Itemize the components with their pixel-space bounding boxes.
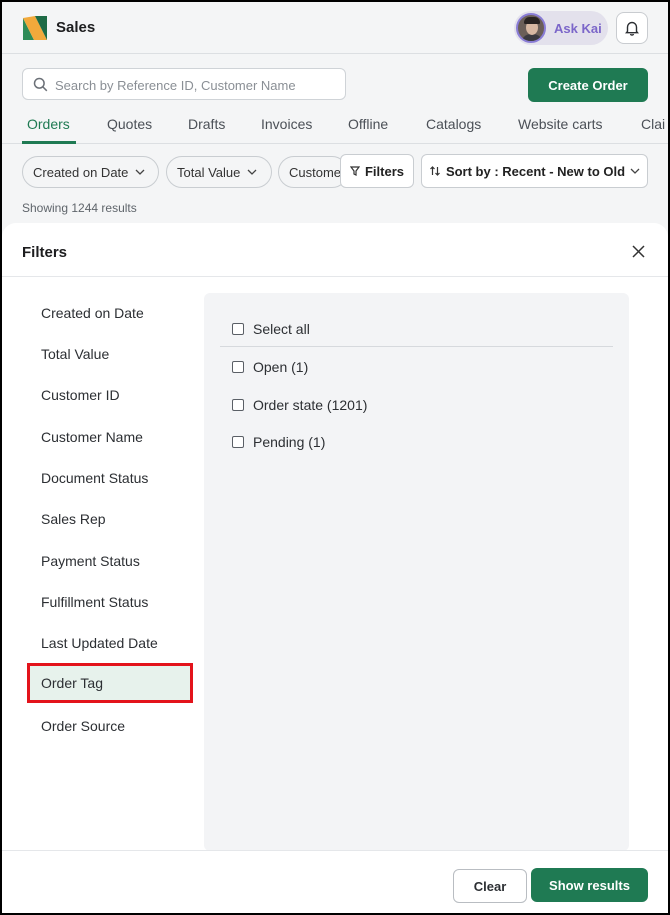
category-sales-rep[interactable]: Sales Rep <box>27 499 193 539</box>
category-total-value[interactable]: Total Value <box>27 334 193 374</box>
options-divider <box>220 346 613 347</box>
modal-header: Filters <box>2 223 668 277</box>
option-label: Open (1) <box>253 359 309 375</box>
category-created-on-date[interactable]: Created on Date <box>27 293 193 333</box>
tab-website-carts[interactable]: Website carts <box>518 116 603 132</box>
select-all-checkbox[interactable] <box>232 323 244 335</box>
ask-kai-label: Ask Kai <box>554 21 602 36</box>
sort-arrows-icon <box>430 166 440 176</box>
filter-option[interactable]: Order state (1201) <box>232 394 367 416</box>
option-checkbox[interactable] <box>232 399 244 411</box>
chip-customer[interactable]: Custome <box>278 156 348 188</box>
show-results-button[interactable]: Show results <box>531 868 648 902</box>
chip-label: Created on Date <box>33 164 129 180</box>
chip-created-on-date[interactable]: Created on Date <box>22 156 159 188</box>
tab-invoices[interactable]: Invoices <box>261 116 312 132</box>
category-customer-id[interactable]: Customer ID <box>27 375 193 415</box>
category-order-tag[interactable]: Order Tag <box>27 663 193 703</box>
category-order-source[interactable]: Order Source <box>27 706 193 746</box>
filter-option[interactable]: Pending (1) <box>232 431 325 453</box>
clear-button[interactable]: Clear <box>453 869 527 903</box>
search-icon <box>33 77 48 92</box>
sales-logo-icon <box>23 16 47 40</box>
option-label: Pending (1) <box>253 434 326 450</box>
active-tab-indicator <box>22 141 76 144</box>
tab-offline[interactable]: Offline <box>348 116 388 132</box>
chip-label: Total Value <box>177 164 241 180</box>
category-last-updated-date[interactable]: Last Updated Date <box>27 623 193 663</box>
select-all-label: Select all <box>253 321 310 337</box>
tab-claims[interactable]: Clai <box>641 116 665 132</box>
avatar <box>516 13 546 43</box>
option-checkbox[interactable] <box>232 436 244 448</box>
tab-orders[interactable]: Orders <box>27 116 70 132</box>
results-count: Showing 1244 results <box>22 201 137 215</box>
sort-dropdown[interactable]: Sort by : Recent - New to Old <box>421 154 648 188</box>
category-document-status[interactable]: Document Status <box>27 458 193 498</box>
top-bar: Sales Ask Kai <box>2 2 668 54</box>
chevron-down-icon <box>247 169 257 175</box>
option-checkbox[interactable] <box>232 361 244 373</box>
chip-label: Custome <box>289 164 342 180</box>
tabs-bar: Orders Quotes Drafts Invoices Offline Ca… <box>2 106 668 144</box>
select-all-option[interactable]: Select all <box>232 318 310 340</box>
chevron-down-icon <box>135 169 145 175</box>
category-payment-status[interactable]: Payment Status <box>27 541 193 581</box>
search-input[interactable] <box>55 75 341 95</box>
chevron-down-icon <box>630 168 640 174</box>
search-box[interactable] <box>22 68 346 100</box>
filters-button[interactable]: Filters <box>340 154 414 188</box>
tab-drafts[interactable]: Drafts <box>188 116 225 132</box>
close-icon <box>631 244 645 258</box>
filters-modal: Filters Created on Date Total Value Cust… <box>2 223 668 913</box>
notifications-button[interactable] <box>616 12 648 44</box>
bell-icon <box>625 21 639 36</box>
chip-total-value[interactable]: Total Value <box>166 156 272 188</box>
modal-title: Filters <box>22 244 68 261</box>
close-button[interactable] <box>626 239 650 263</box>
modal-footer: Clear Show results <box>2 850 668 913</box>
create-order-button[interactable]: Create Order <box>528 68 648 102</box>
filter-icon <box>349 166 360 176</box>
app-frame: Sales Ask Kai Create Order Orders Quotes… <box>2 2 668 913</box>
sort-label: Sort by : Recent - New to Old <box>445 163 626 179</box>
category-customer-name[interactable]: Customer Name <box>27 417 193 457</box>
filter-options-panel: Select all Open (1) Order state (1201) P… <box>204 293 629 851</box>
tab-catalogs[interactable]: Catalogs <box>426 116 481 132</box>
filter-option[interactable]: Open (1) <box>232 356 308 378</box>
tab-quotes[interactable]: Quotes <box>107 116 152 132</box>
app-title: Sales <box>56 19 96 36</box>
option-label: Order state (1201) <box>253 397 368 413</box>
category-fulfillment-status[interactable]: Fulfillment Status <box>27 582 193 622</box>
filters-button-label: Filters <box>364 163 404 179</box>
ask-kai-button[interactable]: Ask Kai <box>514 11 608 45</box>
